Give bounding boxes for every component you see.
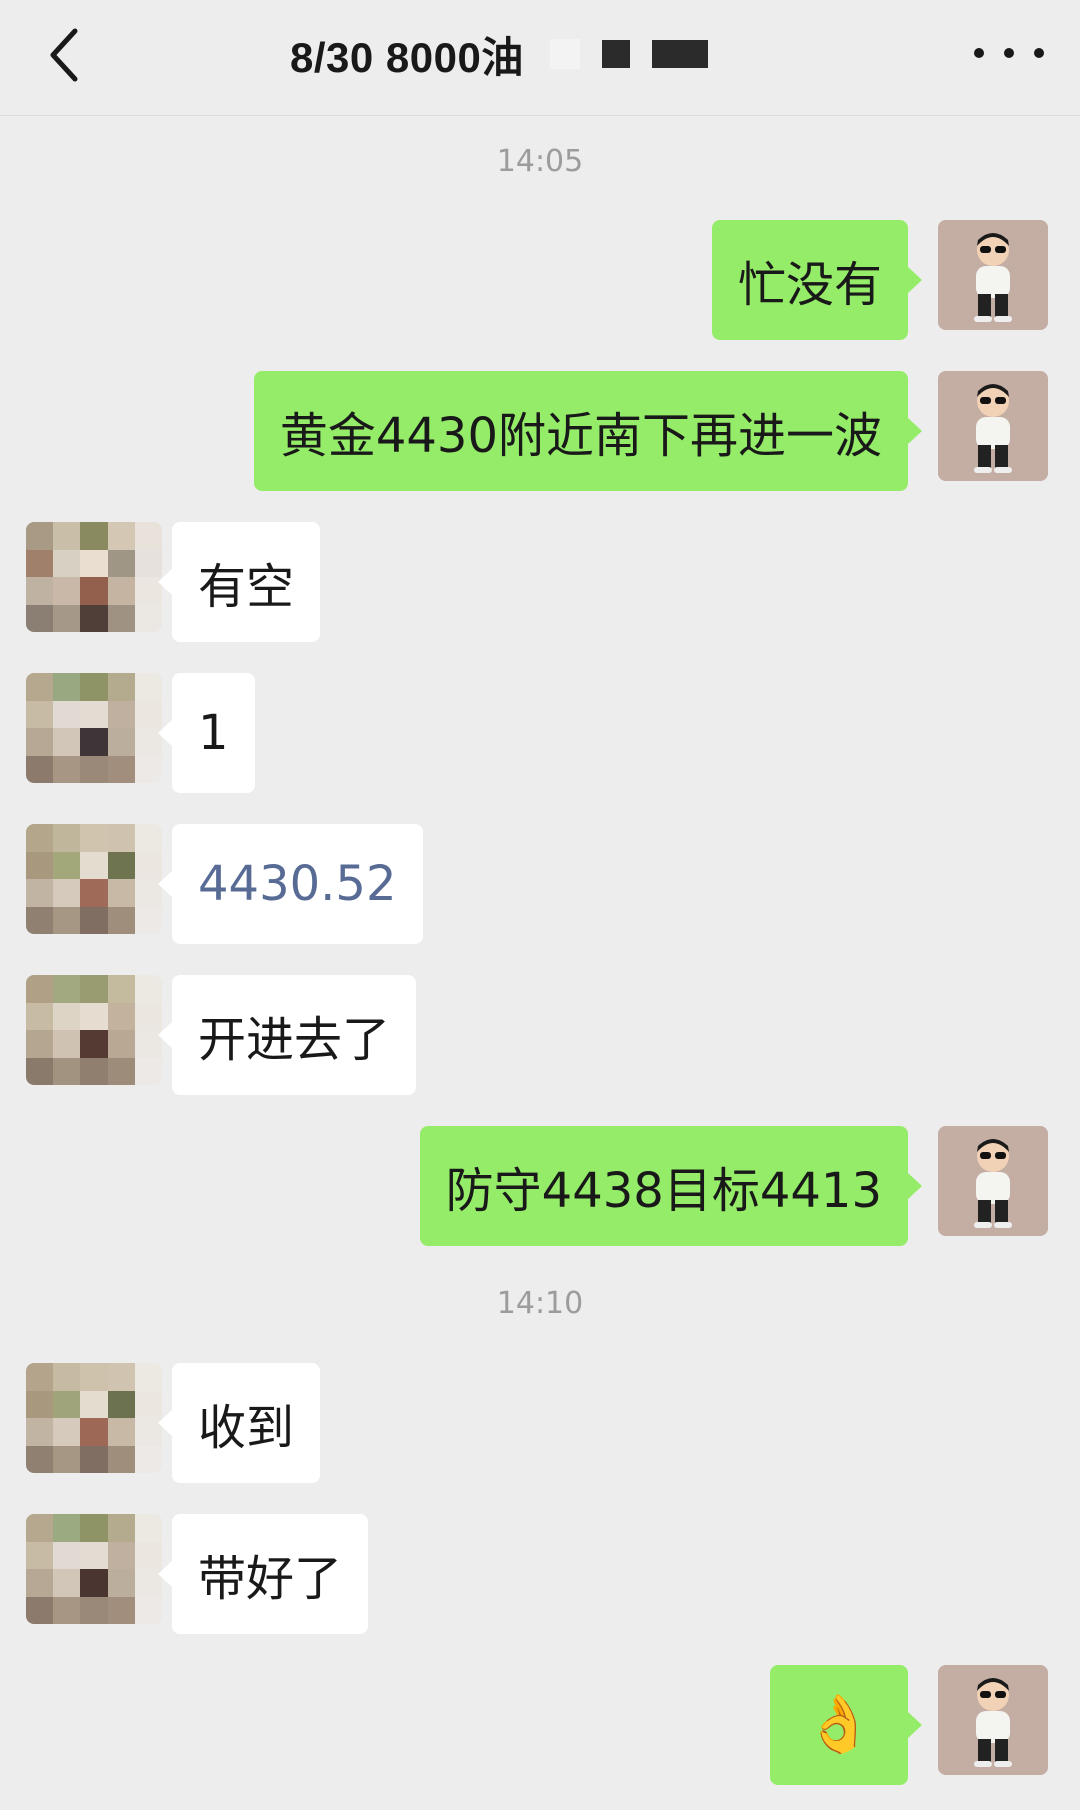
more-dots-icon bbox=[974, 48, 984, 58]
message-bubble-received[interactable]: 收到 bbox=[157, 1363, 321, 1483]
pixelated-avatar-icon bbox=[26, 673, 162, 783]
message-bubble-received[interactable]: 带好了 bbox=[157, 1514, 369, 1634]
my-avatar[interactable] bbox=[938, 371, 1048, 481]
chat-title-area: 8/30 8000油 bbox=[290, 24, 708, 84]
message-bubble-received-link[interactable]: 4430.52 bbox=[158, 824, 423, 944]
contact-avatar[interactable] bbox=[26, 522, 162, 632]
message-bubble-received[interactable]: 有空 bbox=[157, 522, 321, 642]
pixelated-avatar-icon bbox=[26, 1363, 162, 1473]
chat-title: 8/30 8000油 bbox=[290, 33, 524, 81]
cartoon-avatar-icon bbox=[938, 220, 1048, 330]
ok-hand-icon: 👌 bbox=[804, 1692, 874, 1757]
message-bubble-sent[interactable]: 忙没有 bbox=[711, 220, 923, 340]
pixelated-avatar-icon bbox=[26, 522, 162, 632]
contact-avatar[interactable] bbox=[26, 673, 162, 783]
pixelated-avatar-icon bbox=[26, 975, 162, 1085]
timestamp: 14:05 bbox=[496, 144, 584, 179]
back-button[interactable] bbox=[30, 20, 100, 90]
more-options-button[interactable] bbox=[974, 28, 1044, 78]
message-bubble-received[interactable]: 1 bbox=[158, 673, 255, 793]
redacted-title-block bbox=[549, 39, 708, 69]
message-bubble-sent-emoji[interactable]: 👌 bbox=[770, 1665, 922, 1785]
my-avatar[interactable] bbox=[938, 1126, 1048, 1236]
chat-message-list[interactable]: 14:05 忙没有 黄金4430附近南下再进一波 有空 1 4430.52 开进… bbox=[0, 116, 1080, 1810]
contact-avatar[interactable] bbox=[26, 1514, 162, 1624]
message-bubble-received[interactable]: 开进去了 bbox=[157, 975, 417, 1095]
message-bubble-sent[interactable]: 黄金4430附近南下再进一波 bbox=[253, 371, 923, 491]
chat-header: 8/30 8000油 bbox=[0, 0, 1080, 116]
contact-avatar[interactable] bbox=[26, 1363, 162, 1473]
my-avatar[interactable] bbox=[938, 220, 1048, 330]
pixelated-avatar-icon bbox=[26, 824, 162, 934]
message-bubble-sent[interactable]: 防守4438目标4413 bbox=[419, 1126, 923, 1246]
cartoon-avatar-icon bbox=[938, 1126, 1048, 1236]
cartoon-avatar-icon bbox=[938, 371, 1048, 481]
timestamp: 14:10 bbox=[496, 1286, 584, 1321]
cartoon-avatar-icon bbox=[938, 1665, 1048, 1775]
pixelated-avatar-icon bbox=[26, 1514, 162, 1624]
contact-avatar[interactable] bbox=[26, 824, 162, 934]
my-avatar[interactable] bbox=[938, 1665, 1048, 1775]
chevron-left-icon bbox=[50, 28, 78, 82]
contact-avatar[interactable] bbox=[26, 975, 162, 1085]
